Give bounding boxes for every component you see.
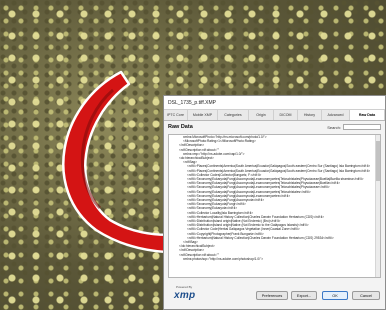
search-input[interactable] xyxy=(343,124,381,130)
raw-data-header: Raw Data Search: xyxy=(168,123,381,131)
xmp-logo: xmp xyxy=(174,290,196,301)
xml-line: xmlns:photoshop="http://ns.adobe.com/pho… xyxy=(183,256,264,261)
dialog-tabs: IPTC Core Mobile XMP Categories Origin D… xyxy=(164,110,385,121)
dialog-footer: Powered By xmp Preferences Export... OK … xyxy=(164,281,385,309)
ok-button[interactable]: OK xyxy=(322,291,348,300)
tab-iptc-core[interactable]: IPTC Core xyxy=(164,110,188,120)
tab-categories[interactable]: Categories xyxy=(218,110,249,120)
tab-dicom[interactable]: DICOM xyxy=(274,110,298,120)
raw-data-title: Raw Data xyxy=(168,124,193,130)
search-group: Search: xyxy=(327,124,381,130)
tab-mobile-xmp[interactable]: Mobile XMP xyxy=(188,110,218,120)
tab-origin[interactable]: Origin xyxy=(249,110,274,120)
dialog-title: DSL_1735_p.tiff.XMP xyxy=(164,96,385,110)
preferences-button[interactable]: Preferences xyxy=(256,291,288,300)
scrollbar-thumb[interactable] xyxy=(376,141,380,181)
search-label: Search: xyxy=(327,124,341,130)
cancel-button[interactable]: Cancel xyxy=(352,291,380,300)
xml-lines: xmlns:MicrosoftPhoto="http://ns.microsof… xyxy=(169,135,380,261)
xmp-metadata-dialog: DSL_1735_p.tiff.XMP IPTC Core Mobile XMP… xyxy=(163,95,386,310)
tab-advanced[interactable]: Advanced xyxy=(322,110,350,120)
tab-history[interactable]: History xyxy=(298,110,322,120)
xml-scrollbar[interactable] xyxy=(375,135,380,277)
xml-line: <rdf:li>Places|Continents|America|South … xyxy=(187,164,371,169)
export-button[interactable]: Export... xyxy=(291,291,317,300)
powered-by-label: Powered By xyxy=(176,285,193,289)
tab-raw-data[interactable]: Raw Data xyxy=(350,110,385,120)
raw-xml-text-area[interactable]: xmlns:MicrosoftPhoto="http://ns.microsof… xyxy=(168,134,381,278)
